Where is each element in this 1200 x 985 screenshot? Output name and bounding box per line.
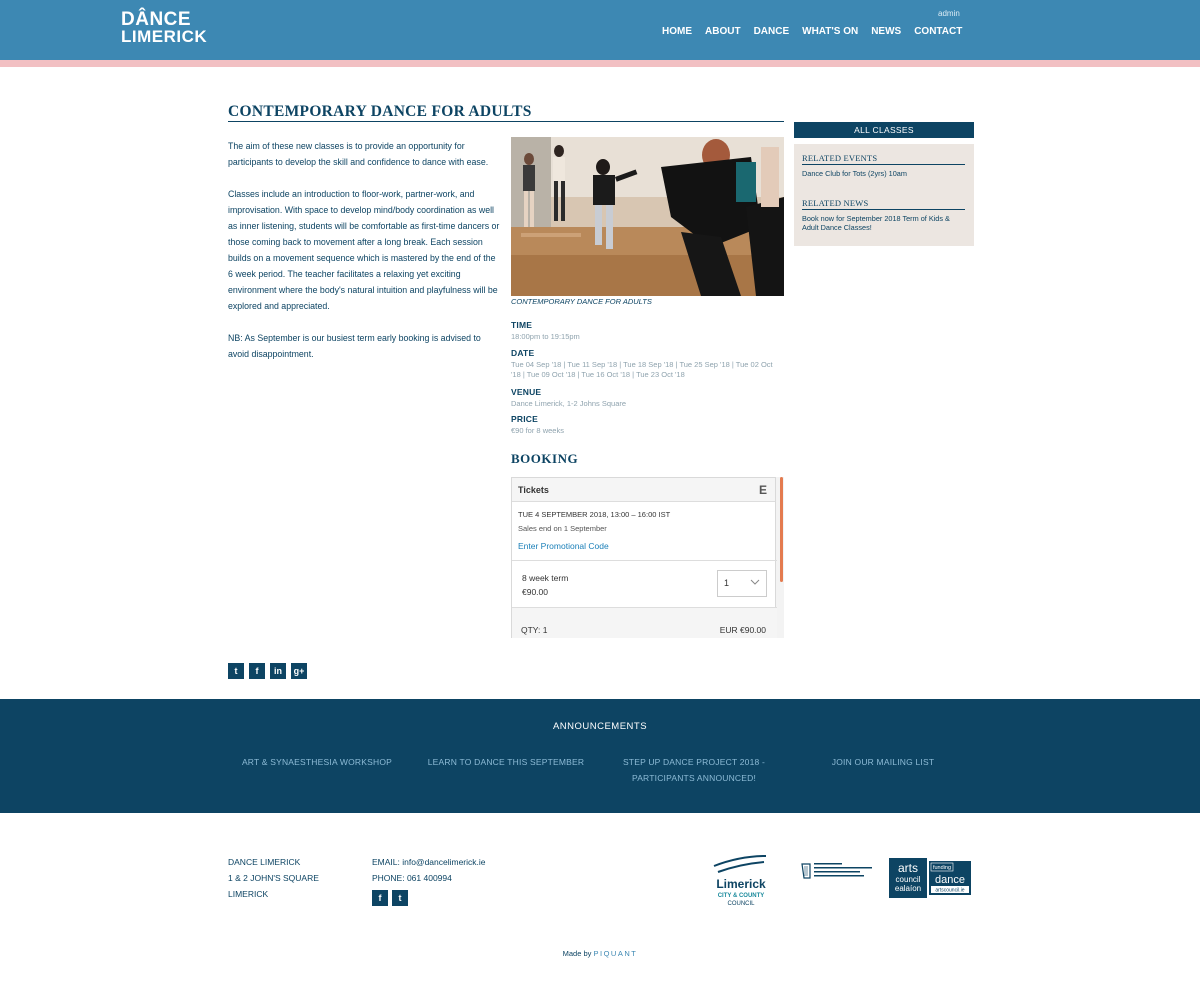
made-by-text: Made by	[562, 949, 592, 958]
quantity-selected-value: 1	[724, 578, 730, 588]
related-events-title: RELATED EVENTS	[802, 153, 878, 163]
page-title: CONTEMPORARY DANCE FOR ADULTS	[228, 103, 532, 120]
googleplus-icon[interactable]: g+	[291, 663, 307, 679]
announcement-link-4[interactable]: JOIN OUR MAILING LIST	[803, 754, 963, 770]
nav-news[interactable]: NEWS	[871, 26, 901, 37]
arts-logo-dance: dance	[935, 874, 965, 886]
piquant-link[interactable]: PIQUANT	[594, 949, 638, 958]
ticket-price: €90.00	[522, 587, 548, 597]
class-description: The aim of these new classes is to provi…	[228, 138, 500, 378]
order-total: EUR €90.00	[719, 625, 766, 635]
time-block: TIME 18:00pm to 19:15pm	[511, 320, 781, 342]
qty-summary: QTY: 1	[521, 625, 548, 635]
date-value: Tue 04 Sep '18 | Tue 11 Sep '18 | Tue 18…	[511, 360, 773, 379]
related-event-link[interactable]: Dance Club for Tots (2yrs) 10am	[802, 169, 967, 178]
related-events-rule	[802, 164, 965, 165]
footer-facebook-icon[interactable]: f	[372, 890, 388, 906]
nav-whats-on[interactable]: WHAT'S ON	[802, 26, 858, 37]
site-logo[interactable]: DÂNCE LIMERICK	[121, 9, 208, 47]
footer-phone: PHONE: 061 400994	[372, 873, 452, 883]
description-paragraph-2: Classes include an introduction to floor…	[228, 189, 500, 311]
arts-logo-url: artscouncil.ie	[935, 888, 964, 894]
date-label: DATE	[511, 348, 535, 358]
all-classes-button[interactable]: ALL CLASSES	[794, 122, 974, 138]
sales-end-text: Sales end on 1 September	[518, 524, 607, 533]
arts-council-logo-art: arts council ealaíon funding dance artsc…	[889, 858, 971, 898]
address-line-2: 1 & 2 JOHN'S SQUARE	[228, 873, 319, 883]
chevron-down-icon	[750, 579, 760, 585]
made-by-credit: Made by PIQUANT	[0, 949, 1200, 958]
price-value: €90 for 8 weeks	[511, 426, 564, 435]
venue-value: Dance Limerick, 1-2 Johns Square	[511, 399, 627, 408]
footer-contact: EMAIL: info@dancelimerick.ie PHONE: 061 …	[372, 854, 486, 886]
announcements-title: ANNOUNCEMENTS	[552, 721, 648, 732]
main-nav: HOME ABOUT DANCE WHAT'S ON NEWS CONTACT	[662, 26, 962, 37]
footer-social-icons: f t	[372, 890, 408, 906]
dancers-photo-illustration	[511, 137, 784, 296]
quantity-select[interactable]: 1	[717, 570, 767, 597]
announcement-link-3[interactable]: STEP UP DANCE PROJECT 2018 - PARTICIPANT…	[614, 754, 774, 786]
venue-label: VENUE	[511, 387, 542, 397]
arts-logo-funding: funding	[933, 865, 951, 871]
arts-logo-text: arts	[898, 861, 918, 875]
announcement-link-1[interactable]: ART & SYNAESTHESIA WORKSHOP	[237, 754, 397, 770]
booking-title: BOOKING	[511, 451, 579, 466]
arts-logo-subtext-1: council	[896, 875, 921, 884]
ticket-name: 8 week term	[522, 573, 569, 583]
time-value: 18:00pm to 19:15pm	[511, 332, 580, 341]
widget-divider	[512, 560, 777, 561]
header-stripe	[0, 60, 1200, 67]
address-line-3: LIMERICK	[228, 889, 269, 899]
limerick-council-logo-art: Limerick CITY & COUNTY COUNCIL	[713, 855, 766, 907]
price-label: PRICE	[511, 414, 538, 424]
limerick-council-logo[interactable]: Limerick CITY & COUNTY COUNCIL	[710, 854, 772, 908]
arts-council-logo[interactable]: arts council ealaíon funding dance artsc…	[889, 858, 971, 898]
class-photo	[511, 137, 784, 296]
ticket-event-date: TUE 4 SEPTEMBER 2018, 13:00 – 16:00 IST	[518, 510, 671, 519]
limerick-logo-subtext-1: CITY & COUNTY	[718, 893, 765, 899]
date-block: DATE Tue 04 Sep '18 | Tue 11 Sep '18 | T…	[511, 348, 781, 380]
twitter-icon[interactable]: t	[228, 663, 244, 679]
ticket-widget: Tickets E TUE 4 SEPTEMBER 2018, 13:00 – …	[511, 477, 784, 638]
nav-dance[interactable]: DANCE	[754, 26, 790, 37]
nav-home[interactable]: HOME	[662, 26, 692, 37]
logo-line-2: LIMERICK	[121, 27, 208, 46]
time-label: TIME	[511, 320, 533, 330]
eventbrite-icon: E	[758, 483, 767, 497]
widget-scrollbar[interactable]	[780, 477, 783, 582]
tickets-header-label: Tickets	[518, 485, 549, 495]
footer-address: DANCE LIMERICK 1 & 2 JOHN'S SQUARE LIMER…	[228, 854, 319, 902]
footer-email[interactable]: EMAIL: info@dancelimerick.ie	[372, 854, 486, 870]
photo-caption: CONTEMPORARY DANCE FOR ADULTS	[511, 297, 652, 306]
promo-code-link[interactable]: Enter Promotional Code	[512, 533, 775, 551]
footer-twitter-icon[interactable]: t	[392, 890, 408, 906]
announcement-link-2[interactable]: LEARN TO DANCE THIS SEPTEMBER	[426, 754, 586, 770]
harp-logo-art	[801, 863, 872, 879]
logo-line-1: DÂNCE	[121, 9, 192, 30]
description-paragraph-3: NB: As September is our busiest term ear…	[228, 333, 481, 359]
tickets-header: Tickets E	[512, 478, 775, 502]
nav-about[interactable]: ABOUT	[705, 26, 741, 37]
related-news-title: RELATED NEWS	[802, 198, 869, 208]
admin-link[interactable]: admin	[938, 9, 960, 18]
limerick-logo-text: Limerick	[716, 877, 766, 891]
announcements-band	[0, 699, 1200, 813]
share-icons: t f in g+	[228, 663, 307, 679]
price-block: PRICE €90 for 8 weeks	[511, 414, 781, 436]
related-news-link[interactable]: Book now for September 2018 Term of Kids…	[802, 214, 967, 232]
ticket-widget-panel: Tickets E TUE 4 SEPTEMBER 2018, 13:00 – …	[511, 477, 777, 638]
description-paragraph-1: The aim of these new classes is to provi…	[228, 141, 489, 167]
government-harp-logo[interactable]	[800, 860, 876, 882]
limerick-logo-subtext-2: COUNCIL	[727, 901, 755, 907]
nav-contact[interactable]: CONTACT	[914, 26, 962, 37]
arts-logo-subtext-2: ealaíon	[895, 884, 921, 893]
venue-block: VENUE Dance Limerick, 1-2 Johns Square	[511, 387, 781, 409]
title-divider	[228, 121, 784, 122]
linkedin-icon[interactable]: in	[270, 663, 286, 679]
related-news-rule	[802, 209, 965, 210]
facebook-icon[interactable]: f	[249, 663, 265, 679]
address-line-1: DANCE LIMERICK	[228, 857, 301, 867]
